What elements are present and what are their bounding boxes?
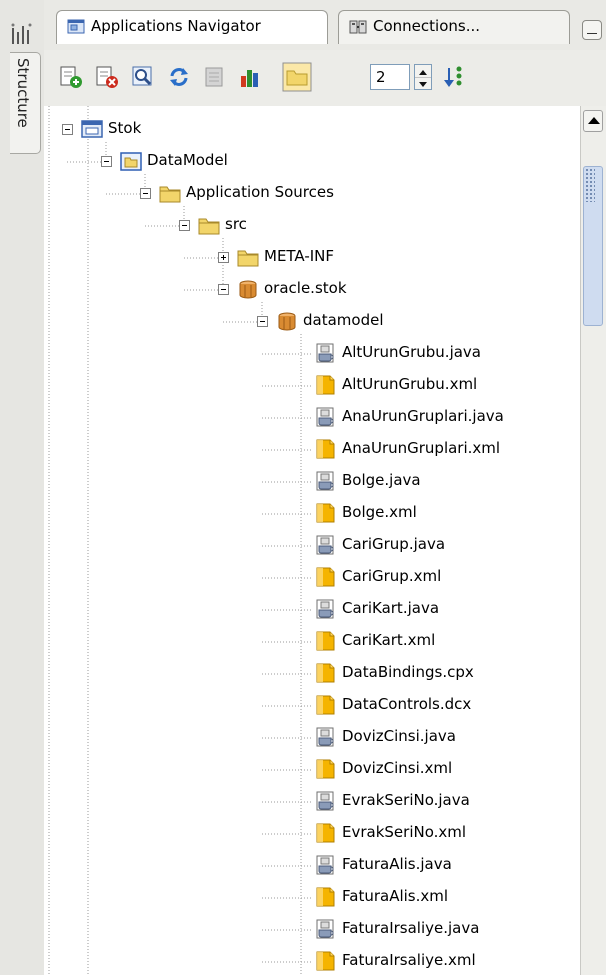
structure-icon[interactable] bbox=[10, 22, 34, 48]
folder-icon[interactable] bbox=[282, 62, 312, 92]
tree-node-label: FaturaIrsaliye.java bbox=[342, 919, 480, 937]
tree-node-label: EvrakSeriNo.xml bbox=[342, 823, 467, 841]
depth-level-spinner[interactable] bbox=[414, 64, 432, 90]
navigator-toolbar: 2 bbox=[44, 50, 606, 107]
structure-tab-label: Structure bbox=[14, 58, 32, 128]
tree-node-label: DataBindings.cpx bbox=[342, 663, 474, 681]
xml-file-icon bbox=[316, 631, 335, 651]
scrollbar-grip-icon bbox=[585, 168, 595, 202]
folder-icon bbox=[237, 250, 259, 267]
model-folder-icon bbox=[120, 152, 142, 171]
xml-file-icon bbox=[316, 951, 335, 971]
project-icon bbox=[81, 120, 103, 138]
collapse-toggle-icon[interactable] bbox=[179, 220, 190, 231]
java-file-icon bbox=[316, 919, 334, 939]
remove-icon[interactable] bbox=[94, 64, 120, 90]
add-icon[interactable] bbox=[58, 64, 84, 90]
sort-icon[interactable] bbox=[442, 64, 468, 90]
tree-node-label: FaturaAlis.xml bbox=[342, 887, 449, 905]
xml-file-icon bbox=[316, 503, 335, 523]
xml-file-icon bbox=[316, 439, 335, 459]
tree-node-label: EvrakSeriNo.java bbox=[342, 791, 470, 809]
xml-file-icon bbox=[316, 695, 335, 715]
package-icon bbox=[239, 280, 257, 299]
xml-file-icon bbox=[316, 663, 335, 683]
expand-toggle-icon[interactable] bbox=[218, 252, 229, 263]
collapse-toggle-icon[interactable] bbox=[257, 316, 268, 327]
tab-connections-label: Connections... bbox=[373, 17, 480, 35]
tab-applications-navigator-label: Applications Navigator bbox=[91, 17, 261, 35]
scroll-up-icon[interactable] bbox=[583, 110, 603, 132]
tree-node-label: Bolge.xml bbox=[342, 503, 417, 521]
tree-node-label: oracle.stok bbox=[264, 279, 347, 297]
tree-node-label: CariGrup.xml bbox=[342, 567, 442, 585]
package-icon bbox=[278, 312, 296, 331]
vertical-scrollbar[interactable] bbox=[580, 106, 606, 975]
applications-navigator-icon bbox=[67, 19, 85, 34]
collapse-toggle-icon[interactable] bbox=[140, 188, 151, 199]
tree-node-label: DovizCinsi.java bbox=[342, 727, 456, 745]
connections-icon bbox=[349, 20, 367, 34]
project-tree: Stok DataModel Application Sources src META-… bbox=[44, 106, 580, 975]
tree-node-label: DovizCinsi.xml bbox=[342, 759, 453, 777]
properties-icon[interactable] bbox=[202, 64, 228, 90]
java-file-icon bbox=[316, 599, 334, 619]
structure-side-strip: Structure bbox=[0, 0, 45, 975]
depth-level-field[interactable]: 2 bbox=[370, 64, 410, 90]
navigator-tab-bar: Applications Navigator Connections... bbox=[44, 0, 606, 51]
folder-icon bbox=[198, 218, 220, 235]
tree-node-label: DataControls.dcx bbox=[342, 695, 472, 713]
collapse-toggle-icon[interactable] bbox=[62, 124, 73, 135]
collapse-toggle-icon[interactable] bbox=[101, 156, 112, 167]
tree-connector-lines bbox=[48, 106, 312, 975]
bar-chart-icon[interactable] bbox=[238, 64, 264, 90]
tree-node-label: Application Sources bbox=[186, 183, 334, 201]
tree-node-label: AltUrunGrubu.java bbox=[342, 343, 481, 361]
folder-icon bbox=[159, 186, 181, 203]
tree-node-label: AltUrunGrubu.xml bbox=[342, 375, 478, 393]
tree-node-label: datamodel bbox=[303, 311, 384, 329]
java-file-icon bbox=[316, 343, 334, 363]
java-file-icon bbox=[316, 791, 334, 811]
tree-node-label: AnaUrunGruplari.xml bbox=[342, 439, 501, 457]
magnifier-icon[interactable] bbox=[130, 64, 156, 90]
tree-node-label: CariKart.xml bbox=[342, 631, 436, 649]
java-file-icon bbox=[316, 727, 334, 747]
spinner-down-icon[interactable] bbox=[415, 77, 431, 89]
tree-node-label: src bbox=[225, 215, 247, 233]
xml-file-icon bbox=[316, 567, 335, 587]
refresh-icon[interactable] bbox=[166, 64, 192, 90]
tree-node-label: META-INF bbox=[264, 247, 335, 265]
java-file-icon bbox=[316, 855, 334, 875]
tree-node-label: CariKart.java bbox=[342, 599, 440, 617]
tree-node-label: FaturaIrsaliye.xml bbox=[342, 951, 476, 969]
tree-node-label: DataModel bbox=[147, 151, 228, 169]
tree-node-label: FaturaAlis.java bbox=[342, 855, 452, 873]
xml-file-icon bbox=[316, 887, 335, 907]
minimize-panel-button[interactable] bbox=[582, 20, 602, 40]
tree-node-label: AnaUrunGruplari.java bbox=[342, 407, 504, 425]
java-file-icon bbox=[316, 535, 334, 555]
tree-node-label: Bolge.java bbox=[342, 471, 421, 489]
java-file-icon bbox=[316, 471, 334, 491]
java-file-icon bbox=[316, 407, 334, 427]
tab-connections[interactable]: Connections... bbox=[338, 10, 570, 44]
tree-node-label: Stok bbox=[108, 119, 142, 137]
collapse-toggle-icon[interactable] bbox=[218, 284, 229, 295]
xml-file-icon bbox=[316, 823, 335, 843]
tree-node-label: CariGrup.java bbox=[342, 535, 446, 553]
xml-file-icon bbox=[316, 375, 335, 395]
xml-file-icon bbox=[316, 759, 335, 779]
tab-applications-navigator[interactable]: Applications Navigator bbox=[56, 10, 328, 44]
